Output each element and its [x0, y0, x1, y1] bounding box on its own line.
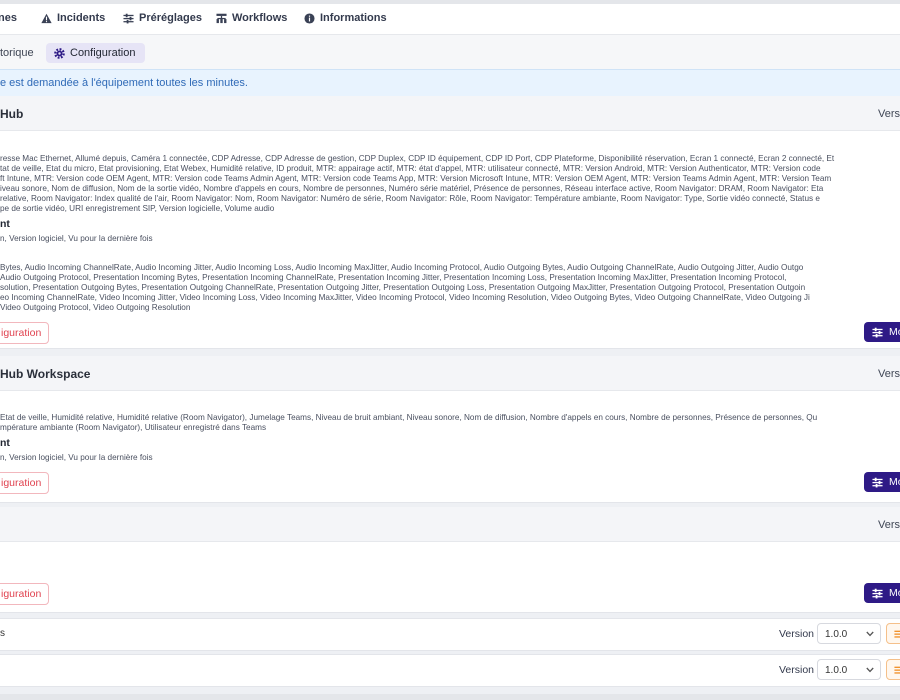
tab-label: torique	[0, 47, 34, 59]
metric-line: eo Incoming ChannelRate, Video Incoming …	[0, 293, 810, 302]
version-select[interactable]: 1.0.0	[817, 659, 881, 680]
metric-line: Audio Outgoing Protocol, Presentation In…	[0, 273, 787, 282]
configuration-button[interactable]: iguration	[0, 583, 50, 605]
config-card-hub-workspace: Hub Workspace Vers Etat de veille, Humid…	[0, 356, 900, 503]
configuration-button[interactable]: iguration	[0, 472, 50, 494]
row-label: s	[0, 628, 5, 639]
attribute-line: ft Intune, MTR: Version code OEM Agent, …	[0, 174, 832, 183]
attribute-line: relative, Room Navigator: Index qualité …	[0, 194, 820, 203]
nav-item-workflows[interactable]: Workflows	[216, 12, 287, 24]
metric-line: Video Outgoing Protocol, Video Outgoing …	[0, 303, 191, 312]
sliders-icon	[872, 477, 883, 487]
card-header: Hub Vers	[0, 96, 900, 131]
version-select[interactable]: 1.0.0	[817, 623, 881, 644]
card-title: Hub	[0, 107, 24, 121]
apply-version-button[interactable]	[886, 659, 900, 680]
info-icon	[304, 12, 315, 24]
attribute-line: resse Mac Ethernet, Allumé depuis, Camér…	[0, 154, 835, 163]
button-label: Mo	[889, 587, 900, 599]
nav-label: Informations	[320, 12, 387, 24]
button-label: Mo	[889, 326, 900, 338]
version-select-value: 1.0.0	[825, 629, 848, 640]
bottom-band	[0, 694, 900, 700]
version-label: Version	[779, 628, 815, 640]
info-banner: e est demandée à l'équipement toutes les…	[0, 69, 900, 97]
metric-list: Bytes, Audio Incoming ChannelRate, Audio…	[0, 263, 900, 313]
card-version-label: Vers	[877, 519, 900, 531]
nav-label: Incidents	[57, 12, 106, 24]
nav-label: Préréglages	[139, 12, 202, 24]
modify-button[interactable]: Mo	[864, 583, 900, 603]
nav-label: nes	[0, 12, 17, 24]
sliders-icon	[894, 630, 900, 638]
section-title: nt	[0, 437, 10, 449]
workflow-icon	[216, 13, 227, 23]
attribute-list: resse Mac Ethernet, Allumé depuis, Camér…	[0, 154, 900, 214]
top-nav: nes Incidents Préréglages Workflows Info…	[0, 4, 900, 35]
config-card-3: Vers iguration Mo	[0, 507, 900, 613]
section-text: n, Version logiciel, Vu pour la dernière…	[0, 234, 153, 243]
gear-icon	[54, 47, 65, 59]
sliders-icon	[872, 327, 883, 337]
attribute-line: pe de sortie vidéo, URI enregistrement S…	[0, 204, 275, 213]
chevron-down-icon	[866, 667, 874, 673]
attribute-line: Etat de veille, Humidité relative, Humid…	[0, 413, 818, 422]
card-header: Hub Workspace Vers	[0, 356, 900, 391]
modify-button[interactable]: Mo	[864, 472, 900, 492]
tab-configuration[interactable]: Configuration	[46, 43, 146, 63]
sliders-icon	[872, 588, 883, 598]
modify-button[interactable]: Mo	[864, 322, 900, 342]
section-text: n, Version logiciel, Vu pour la dernière…	[0, 453, 153, 462]
metric-line: solution, Presentation Outgoing Bytes, P…	[0, 283, 806, 292]
tab-label: Configuration	[70, 47, 136, 59]
card-version-label: Vers	[877, 368, 900, 380]
button-label: Mo	[889, 476, 900, 488]
card-version-label: Vers	[877, 108, 900, 120]
card-title: Hub Workspace	[0, 367, 91, 381]
configuration-button[interactable]: iguration	[0, 322, 50, 344]
apply-version-button[interactable]	[886, 623, 900, 644]
sliders-icon	[123, 13, 134, 23]
version-select-value: 1.0.0	[825, 665, 848, 676]
metric-line: Bytes, Audio Incoming ChannelRate, Audio…	[0, 263, 804, 272]
tab-historique[interactable]: torique	[0, 43, 40, 63]
sub-tab-bar: torique Configuration	[0, 35, 900, 69]
nav-item-informations[interactable]: Informations	[304, 12, 387, 24]
button-label: iguration	[1, 477, 42, 489]
button-label: iguration	[1, 588, 42, 600]
section-title: nt	[0, 218, 10, 230]
attribute-line: tat de veille, Etat du micro, Etat provi…	[0, 164, 821, 173]
attribute-line: mpérature ambiante (Room Navigator), Uti…	[0, 423, 267, 432]
collapsed-row[interactable]: s Version 1.0.0	[0, 618, 900, 651]
nav-item-equipements[interactable]: nes	[0, 12, 17, 24]
warning-icon	[41, 13, 52, 23]
nav-label: Workflows	[232, 12, 288, 24]
version-label: Version	[779, 664, 815, 676]
card-header: Vers	[0, 507, 900, 542]
chevron-down-icon	[866, 631, 874, 637]
nav-item-incidents[interactable]: Incidents	[41, 12, 105, 24]
attribute-line: iveau sonore, Nom de diffusion, Nom de l…	[0, 184, 824, 193]
sliders-icon	[894, 666, 900, 674]
attribute-list: Etat de veille, Humidité relative, Humid…	[0, 413, 900, 433]
info-banner-text: e est demandée à l'équipement toutes les…	[0, 77, 248, 89]
nav-item-prereglages[interactable]: Préréglages	[123, 12, 202, 24]
collapsed-row[interactable]: Version 1.0.0	[0, 654, 900, 687]
config-card-hub: Hub Vers resse Mac Ethernet, Allumé depu…	[0, 96, 900, 349]
button-label: iguration	[1, 327, 42, 339]
